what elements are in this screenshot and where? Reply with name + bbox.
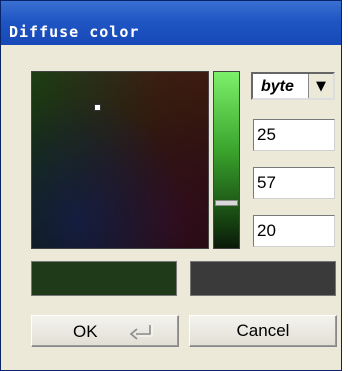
old-color-swatch xyxy=(190,261,336,296)
cancel-button[interactable]: Cancel xyxy=(189,315,337,347)
title-bar[interactable]: Diffuse color xyxy=(1,1,341,45)
format-dropdown-label: byte xyxy=(261,78,294,95)
chevron-down-icon[interactable]: ▼ xyxy=(308,74,333,98)
ok-button-label: OK xyxy=(73,322,98,341)
color-picker-area[interactable] xyxy=(31,71,209,249)
new-color-swatch xyxy=(31,261,177,296)
dialog-title: Diffuse color xyxy=(9,23,140,41)
red-value-field[interactable]: 25 xyxy=(253,119,335,151)
slider-thumb[interactable] xyxy=(215,200,238,206)
picker-shading xyxy=(32,72,208,248)
ok-button[interactable]: OK xyxy=(31,315,179,347)
enter-key-icon xyxy=(129,325,153,340)
diffuse-color-dialog: Diffuse color byte ▼ 25 57 20 OK Cancel xyxy=(0,0,342,371)
format-dropdown[interactable]: byte ▼ xyxy=(251,72,335,100)
picker-cursor[interactable] xyxy=(94,104,101,111)
blue-value-field[interactable]: 20 xyxy=(253,215,335,247)
green-value-field[interactable]: 57 xyxy=(253,167,335,199)
brightness-slider[interactable] xyxy=(213,71,240,249)
